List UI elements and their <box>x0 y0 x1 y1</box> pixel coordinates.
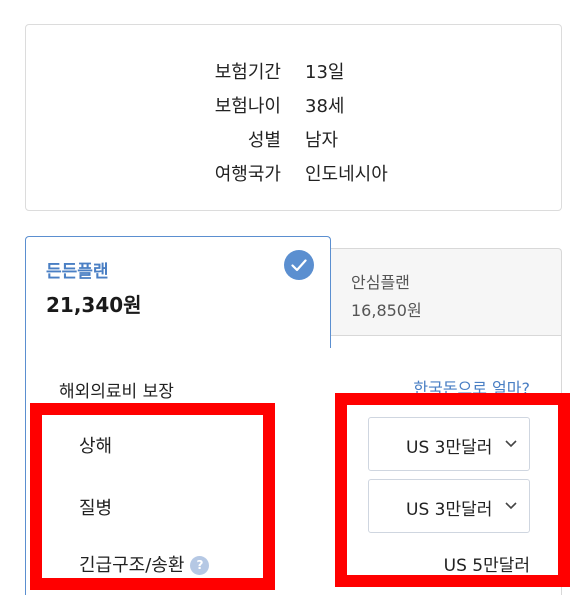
illness-amount-select[interactable]: US 3만달러 <box>368 479 530 533</box>
summary-row-country: 여행국가 인도네시아 <box>26 154 561 188</box>
help-icon[interactable]: ? <box>190 556 210 575</box>
summary-value: 인도네시아 <box>305 164 388 185</box>
injury-amount-select[interactable]: US 3만달러 <box>368 417 530 471</box>
tab-solid-plan[interactable]: 든든플랜 21,340원 <box>25 236 331 348</box>
summary-label: 보험기간 <box>214 62 281 83</box>
tab-plan-name: 안심플랜 <box>351 273 410 292</box>
krw-conversion-link[interactable]: 한국돈으로 얼마? <box>413 375 530 399</box>
summary-row-age: 보험나이 38세 <box>26 86 561 120</box>
summary-value: 13일 <box>305 62 345 83</box>
select-value: US 3만달러 <box>406 438 493 458</box>
summary-row-gender: 성별 남자 <box>26 120 561 154</box>
coverage-label-illness: 질병 <box>79 498 113 519</box>
coverage-label-rescue: 긴급구조/송환? <box>79 551 210 577</box>
tab-bridge <box>26 334 330 337</box>
select-value: US 3만달러 <box>406 500 493 520</box>
summary-row-period: 보험기간 13일 <box>26 52 561 86</box>
tab-safe-plan[interactable]: 안심플랜 16,850원 <box>330 248 562 336</box>
summary-label: 보험나이 <box>214 96 281 117</box>
coverage-label-injury: 상해 <box>79 436 113 457</box>
tab-plan-price: 16,850원 <box>351 301 422 320</box>
trip-summary-card: 보험기간 13일 보험나이 38세 성별 남자 여행국가 인도네시아 <box>25 24 562 211</box>
tab-plan-name: 든든플랜 <box>46 262 109 282</box>
summary-label: 여행국가 <box>214 164 281 185</box>
rescue-amount-value: US 5만달러 <box>443 556 530 576</box>
summary-label: 성별 <box>247 130 281 151</box>
summary-value: 38세 <box>305 96 345 117</box>
chevron-down-icon <box>505 440 517 448</box>
summary-value: 남자 <box>305 130 339 151</box>
tab-plan-price: 21,340원 <box>46 293 142 317</box>
check-icon <box>284 250 314 280</box>
section-title-medical: 해외의료비 보장 <box>59 382 174 402</box>
chevron-down-icon <box>505 502 517 510</box>
coverage-label-text: 긴급구조/송환 <box>79 555 185 576</box>
